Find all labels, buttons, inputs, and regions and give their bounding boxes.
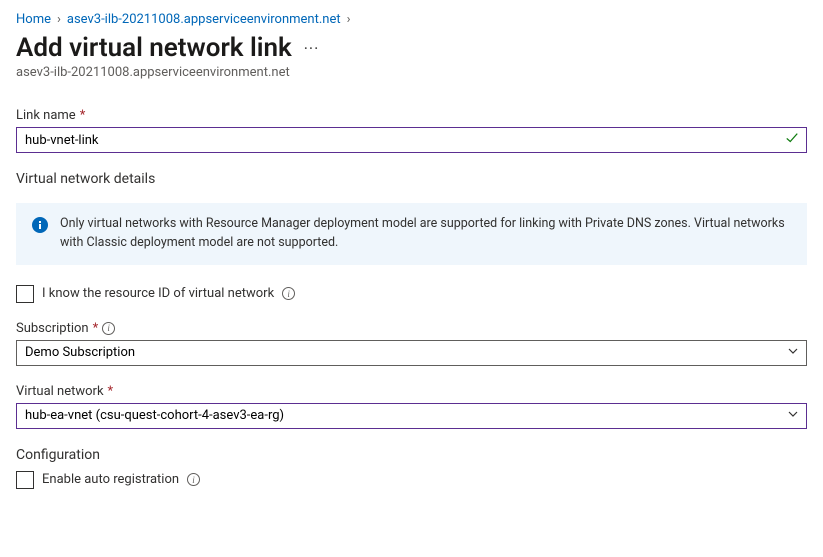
- chevron-right-icon: ›: [345, 12, 353, 27]
- page-title: Add virtual network link: [16, 33, 292, 63]
- auto-registration-checkbox[interactable]: [16, 471, 34, 489]
- page-subtitle: asev3-ilb-20211008.appserviceenvironment…: [16, 65, 807, 80]
- virtual-network-label: Virtual network *: [16, 384, 807, 399]
- configuration-header: Configuration: [16, 447, 807, 463]
- resource-id-checkbox[interactable]: [16, 285, 34, 303]
- info-hint-icon[interactable]: i: [282, 287, 295, 300]
- check-icon: [785, 131, 799, 149]
- info-message-text: Only virtual networks with Resource Mana…: [60, 215, 791, 253]
- subscription-label: Subscription * i: [16, 321, 807, 336]
- info-message: Only virtual networks with Resource Mana…: [16, 203, 807, 265]
- chevron-right-icon: ›: [55, 12, 63, 27]
- subscription-dropdown[interactable]: [16, 340, 807, 366]
- required-indicator: *: [108, 384, 114, 399]
- link-name-label: Link name *: [16, 108, 807, 123]
- info-hint-icon[interactable]: i: [187, 473, 200, 486]
- required-indicator: *: [93, 321, 99, 336]
- more-actions-button[interactable]: ···: [300, 39, 324, 58]
- virtual-network-dropdown[interactable]: [16, 403, 807, 429]
- auto-registration-label: Enable auto registration: [42, 472, 179, 487]
- vnet-details-header: Virtual network details: [16, 171, 807, 187]
- info-icon: [32, 217, 48, 240]
- link-name-input[interactable]: [16, 127, 807, 153]
- breadcrumb-resource[interactable]: asev3-ilb-20211008.appserviceenvironment…: [67, 12, 341, 27]
- breadcrumb-home[interactable]: Home: [16, 12, 51, 27]
- resource-id-checkbox-label: I know the resource ID of virtual networ…: [42, 286, 274, 301]
- info-hint-icon[interactable]: i: [102, 322, 115, 335]
- required-indicator: *: [80, 108, 86, 123]
- breadcrumb: Home › asev3-ilb-20211008.appserviceenvi…: [16, 12, 807, 27]
